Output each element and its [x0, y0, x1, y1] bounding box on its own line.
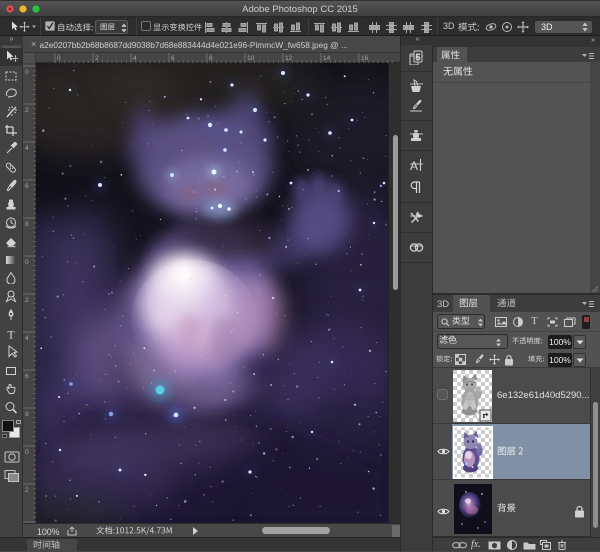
- svg-text:A: A: [410, 159, 418, 173]
- svg-text:2: 2: [25, 107, 29, 114]
- svg-text:8: 8: [209, 55, 213, 62]
- svg-text:10: 10: [247, 55, 255, 62]
- svg-text:6: 6: [25, 373, 29, 380]
- svg-text:14: 14: [323, 55, 331, 62]
- svg-text:2: 2: [95, 55, 99, 62]
- svg-text:0: 0: [25, 69, 29, 76]
- svg-text:8: 8: [25, 221, 29, 228]
- svg-text:8: 8: [25, 411, 29, 418]
- svg-text:4: 4: [25, 145, 29, 152]
- svg-text:4: 4: [25, 335, 29, 342]
- svg-text:2: 2: [25, 487, 29, 494]
- svg-text:12: 12: [285, 55, 293, 62]
- svg-text:16: 16: [361, 55, 369, 62]
- svg-text:T: T: [7, 327, 15, 340]
- svg-text:2: 2: [25, 297, 29, 304]
- svg-text:6: 6: [171, 55, 175, 62]
- svg-text:0: 0: [25, 449, 29, 456]
- svg-text:4: 4: [133, 55, 137, 62]
- svg-text:5: 5: [416, 53, 421, 62]
- svg-text:0: 0: [57, 55, 61, 62]
- svg-text:6: 6: [25, 183, 29, 190]
- svg-text:0: 0: [25, 259, 29, 266]
